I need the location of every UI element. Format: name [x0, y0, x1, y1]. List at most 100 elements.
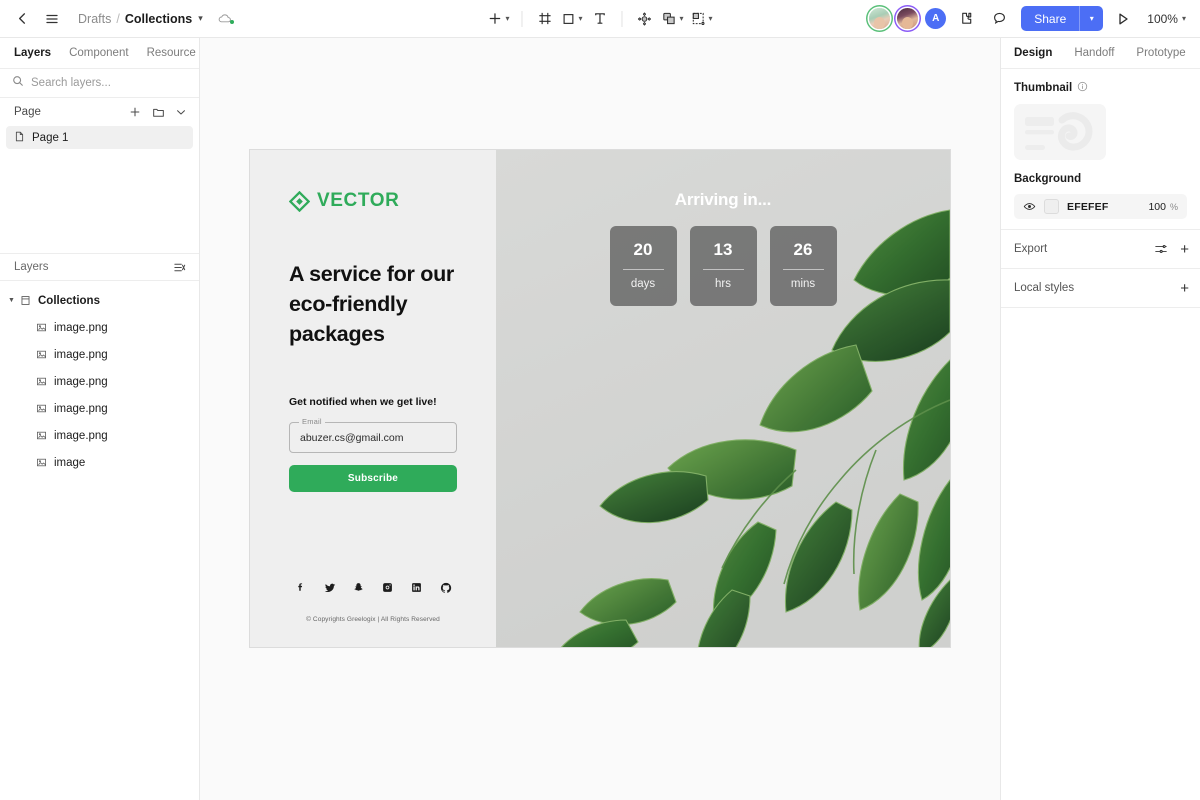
move-tool[interactable] — [632, 5, 658, 33]
folder-icon[interactable] — [150, 104, 166, 120]
search-input[interactable] — [31, 77, 187, 89]
layer-row[interactable]: image.png — [0, 368, 199, 395]
local-styles-actions: + — [1180, 281, 1189, 296]
chevron-down-icon[interactable]: ▾ — [578, 14, 582, 23]
current-user-avatar[interactable]: A — [925, 8, 947, 29]
subscribe-button[interactable]: Subscribe — [289, 465, 457, 492]
duplicate-icon[interactable]: ▾ — [659, 5, 687, 33]
countdown-divider — [702, 269, 744, 271]
instagram-icon[interactable] — [381, 581, 394, 594]
layer-row[interactable]: image — [0, 449, 199, 476]
email-field-wrapper[interactable]: Email — [289, 417, 457, 453]
email-input[interactable] — [290, 423, 456, 452]
layer-label: image.png — [54, 429, 108, 442]
tab-handoff[interactable]: Handoff — [1074, 47, 1114, 59]
countdown-unit: hrs — [715, 278, 731, 291]
background-hex-value[interactable]: EFEFEF — [1067, 201, 1108, 213]
comment-bubble-icon[interactable] — [986, 6, 1012, 32]
tab-prototype[interactable]: Prototype — [1136, 47, 1185, 59]
zoom-control[interactable]: 100% ▾ — [1143, 12, 1190, 26]
twitter-icon[interactable] — [323, 581, 336, 594]
left-panel-tabs: Layers Component Resource — [0, 38, 199, 69]
text-tool[interactable] — [587, 5, 613, 33]
page-icon — [14, 131, 25, 145]
share-button[interactable]: Share — [1021, 6, 1079, 31]
zoom-level-label: 100% — [1147, 11, 1178, 26]
right-panel-tabs: Design Handoff Prototype — [1001, 38, 1200, 69]
present-button[interactable] — [1110, 6, 1136, 32]
layer-row[interactable]: image.png — [0, 314, 199, 341]
background-color-swatch[interactable] — [1044, 199, 1059, 214]
layer-row[interactable]: image.png — [0, 341, 199, 368]
brand-logo: VECTOR — [288, 190, 457, 212]
opacity-group[interactable]: 100 % — [1148, 201, 1178, 213]
toolbar-left-group: Drafts / Collections ▾ — [0, 5, 234, 33]
chevron-down-icon[interactable] — [173, 104, 189, 120]
add-page-icon[interactable] — [127, 104, 143, 120]
collaborator-avatar-2[interactable] — [897, 8, 919, 29]
chevron-down-icon[interactable]: ▾ — [198, 13, 203, 24]
eye-icon[interactable] — [1023, 200, 1036, 213]
canvas-area[interactable]: VECTOR A service for our eco-friendly pa… — [200, 38, 1000, 800]
page-list-item[interactable]: Page 1 — [6, 126, 193, 149]
back-button[interactable] — [8, 5, 36, 33]
cloud-saved-icon — [217, 11, 234, 27]
search-layers-row[interactable] — [0, 69, 199, 98]
layer-row[interactable]: image.png — [0, 395, 199, 422]
social-links — [250, 581, 496, 594]
tab-layers[interactable]: Layers — [14, 47, 51, 59]
chevron-down-icon[interactable]: ▾ — [505, 14, 509, 23]
page-section-title: Page — [14, 106, 41, 118]
copyright-text: © Copyrights Greelogix | All Rights Rese… — [306, 616, 440, 623]
toolbar-right-group: A Share ▾ 100% ▾ — [869, 6, 1200, 32]
toolbar-divider — [521, 10, 523, 27]
export-title: Export — [1014, 243, 1048, 255]
breadcrumb-separator: / — [116, 11, 120, 26]
add-local-style-icon[interactable]: + — [1180, 281, 1189, 296]
layer-label: image.png — [54, 375, 108, 388]
vector-diamond-icon — [288, 190, 311, 212]
plugin-icon[interactable] — [953, 6, 979, 32]
image-icon — [36, 403, 54, 414]
share-button-group[interactable]: Share ▾ — [1021, 6, 1104, 31]
image-icon — [36, 376, 54, 387]
linkedin-icon[interactable] — [410, 581, 423, 594]
snapchat-icon[interactable] — [352, 581, 365, 594]
right-sidebar: Design Handoff Prototype Thumbnail Backg… — [1000, 38, 1200, 800]
collaborator-avatar-1[interactable] — [869, 8, 891, 29]
layer-label: image.png — [54, 321, 108, 334]
chevron-down-icon[interactable]: ▾ — [1182, 14, 1186, 23]
tab-design[interactable]: Design — [1014, 47, 1052, 59]
tab-resource[interactable]: Resource — [147, 47, 196, 59]
thumbnail-preview[interactable] — [1014, 104, 1106, 160]
opacity-value[interactable]: 100 — [1148, 201, 1166, 213]
sliders-icon[interactable] — [1154, 242, 1168, 256]
facebook-icon[interactable] — [294, 581, 307, 594]
chevron-down-icon[interactable]: ▾ — [709, 14, 713, 23]
layer-tree: ▼ Collections image.png image.png image.… — [0, 281, 199, 476]
chevron-down-icon[interactable]: ▾ — [1080, 6, 1103, 31]
info-icon[interactable] — [1077, 81, 1088, 95]
layer-row[interactable]: ▼ Collections — [0, 287, 199, 314]
github-icon[interactable] — [439, 581, 452, 594]
breadcrumb-drafts[interactable]: Drafts — [78, 12, 111, 26]
shape-tool[interactable]: ▾ — [558, 5, 585, 33]
design-frame[interactable]: VECTOR A service for our eco-friendly pa… — [250, 150, 950, 647]
frame-tool[interactable] — [531, 5, 557, 33]
breadcrumb: Drafts / Collections ▾ — [78, 12, 203, 26]
add-tool[interactable]: ▾ — [484, 5, 512, 33]
countdown-card-mins: 26 mins — [769, 226, 837, 306]
chevron-down-icon[interactable]: ▾ — [680, 14, 684, 23]
caret-down-icon[interactable]: ▼ — [8, 297, 20, 304]
mask-tool[interactable]: ▾ — [688, 5, 716, 33]
frame-icon — [20, 295, 38, 306]
layer-row[interactable]: image.png — [0, 422, 199, 449]
layer-label: image.png — [54, 348, 108, 361]
search-icon — [12, 74, 24, 92]
background-color-row[interactable]: EFEFEF 100 % — [1014, 194, 1187, 219]
add-export-icon[interactable]: + — [1180, 242, 1189, 257]
tab-component[interactable]: Component — [69, 47, 128, 59]
collapse-layers-icon[interactable] — [171, 259, 187, 275]
breadcrumb-current-file[interactable]: Collections — [125, 12, 192, 26]
main-menu-button[interactable] — [38, 5, 66, 33]
